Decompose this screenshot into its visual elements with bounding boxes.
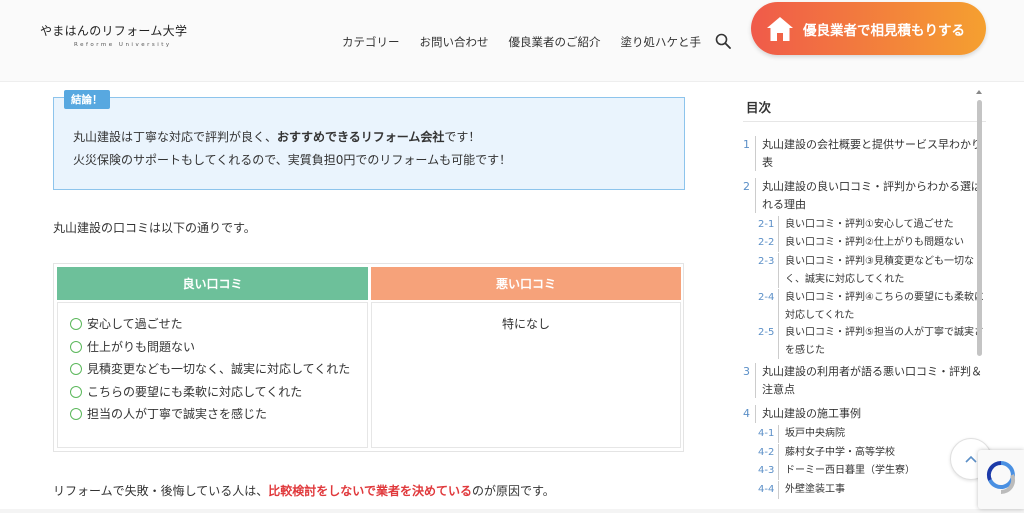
search-icon[interactable] xyxy=(715,33,731,49)
toc-item[interactable]: 3 丸山建設の利用者が語る悪い口コミ・評判＆注意点 xyxy=(743,363,988,398)
toc-link[interactable]: 良い口コミ・評判③見積変更なども一切なく、誠実に対応してくれた xyxy=(778,253,988,288)
circle-icon xyxy=(70,408,82,420)
cta-label: 優良業者で相見積もりする xyxy=(803,22,965,39)
nav-item-contact[interactable]: お問い合わせ xyxy=(420,34,489,50)
toc-link[interactable]: 良い口コミ・評判⑤担当の人が丁寧で誠実さを感じた xyxy=(778,324,988,359)
bad-reviews-cell: 特になし xyxy=(371,302,681,448)
recaptcha-icon xyxy=(986,460,1016,495)
list-item: こちらの要望にも柔軟に対応してくれた xyxy=(70,381,367,404)
failure-reason-highlight: 比較検討をしないで業者を決めている xyxy=(268,484,472,498)
scroll-up-arrow-icon[interactable] xyxy=(976,90,982,94)
good-reviews-cell: 安心して過ごせた 仕上がりも問題ない 見積変更なども一切なく、誠実に対応してくれ… xyxy=(57,302,368,448)
toc-number: 4 xyxy=(743,407,750,420)
toc-number: 2-5 xyxy=(758,327,775,338)
good-review-text: 安心して過ごせた xyxy=(87,317,183,331)
site-header: やまはんのリフォーム大学 Reforme University カテゴリー お問… xyxy=(0,0,1024,82)
toc-divider xyxy=(743,121,986,122)
recaptcha-badge[interactable] xyxy=(978,450,1024,509)
circle-icon xyxy=(70,363,82,375)
toc-link[interactable]: 坂戸中央病院 xyxy=(778,425,988,443)
list-item: 見積変更なども一切なく、誠実に対応してくれた xyxy=(70,358,360,381)
conclusion-line-1-pre: 丸山建設は丁寧な対応で評判が良く、 xyxy=(73,130,278,144)
list-item: 安心して過ごせた xyxy=(70,313,367,336)
circle-icon xyxy=(70,340,82,353)
conclusion-line-1-post: です！ xyxy=(444,130,481,144)
toc-number: 1 xyxy=(743,138,750,151)
logo-title: やまはんのリフォーム大学 xyxy=(40,24,188,38)
list-item: 担当の人が丁寧で誠実さを感じた xyxy=(70,403,367,426)
article-body: 結論！ 丸山建設は丁寧な対応で評判が良く、おすすめできるリフォーム会社です！ 火… xyxy=(0,82,715,509)
toc-number: 4-1 xyxy=(758,428,775,439)
reviews-table: 良い口コミ 悪い口コミ 安心して過ごせた 仕上がりも問題ない 見積変更なども一切… xyxy=(53,263,684,452)
toc-number: 2-1 xyxy=(758,219,775,230)
conclusion-line-2: 火災保険のサポートもしてくれるので、実質負担0円でのリフォームも可能です！ xyxy=(73,153,512,167)
conclusion-line-1-bold: おすすめできるリフォーム会社 xyxy=(277,130,445,144)
toc-link[interactable]: 丸山建設の良い口コミ・評判からわかる選ばれる理由 xyxy=(755,178,988,213)
toc-number: 2-4 xyxy=(758,292,775,303)
bad-reviews-header: 悪い口コミ xyxy=(371,267,681,300)
toc-link[interactable]: 丸山建設の施工事例 xyxy=(755,405,988,423)
toc-item[interactable]: 2-3 良い口コミ・評判③見積変更なども一切なく、誠実に対応してくれた xyxy=(758,253,988,288)
toc-item[interactable]: 2-2 良い口コミ・評判②仕上がりも問題ない xyxy=(758,234,988,252)
conclusion-text: 丸山建設は丁寧な対応で評判が良く、おすすめできるリフォーム会社です！ 火災保険の… xyxy=(73,126,511,172)
good-review-text: 仕上がりも問題ない xyxy=(87,339,196,354)
toc-scrollbar-thumb[interactable] xyxy=(977,100,982,356)
conclusion-line-1: 丸山建設は丁寧な対応で評判が良く、おすすめできるリフォーム会社です！ xyxy=(73,126,511,149)
toc-link[interactable]: 良い口コミ・評判④こちらの要望にも柔軟に対応してくれた xyxy=(778,289,988,324)
toc-number: 2 xyxy=(743,180,750,193)
toc-link[interactable]: 丸山建設の会社概要と提供サービス早わかり表 xyxy=(755,136,988,171)
toc-link[interactable]: 良い口コミ・評判②仕上がりも問題ない xyxy=(778,234,988,252)
toc-link[interactable]: 外壁塗装工事 xyxy=(778,481,988,499)
main-nav: カテゴリー お問い合わせ 優良業者のご紹介 塗り処ハケと手 xyxy=(342,34,701,50)
good-reviews-list: 安心して過ごせた 仕上がりも問題ない 見積変更なども一切なく、誠実に対応してくれ… xyxy=(70,313,367,426)
good-reviews-header: 良い口コミ xyxy=(57,267,368,300)
toc-link[interactable]: 良い口コミ・評判①安心して過ごせた xyxy=(778,216,988,234)
house-icon xyxy=(767,16,793,41)
quote-cta-button[interactable]: 優良業者で相見積もりする xyxy=(751,2,986,55)
circle-icon xyxy=(70,385,82,398)
nav-item-category[interactable]: カテゴリー xyxy=(342,34,400,50)
toc-number: 4-3 xyxy=(758,465,775,476)
good-review-text: 担当の人が丁寧で誠実さを感じた xyxy=(87,407,268,421)
conclusion-box: 結論！ 丸山建設は丁寧な対応で評判が良く、おすすめできるリフォーム会社です！ 火… xyxy=(53,90,685,190)
toc-title: 目次 xyxy=(746,100,772,115)
toc-link[interactable]: 丸山建設の利用者が語る悪い口コミ・評判＆注意点 xyxy=(755,363,988,398)
toc-item[interactable]: 2-1 良い口コミ・評判①安心して過ごせた xyxy=(758,216,988,234)
good-review-text: 見積変更なども一切なく、誠実に対応してくれた xyxy=(87,362,351,376)
toc-item[interactable]: 4 丸山建設の施工事例 xyxy=(743,405,988,423)
nav-item-hake-to-te[interactable]: 塗り処ハケと手 xyxy=(621,34,702,50)
failure-reason-text: リフォームで失敗・後悔している人は、比較検討をしないで業者を決めているのが原因で… xyxy=(53,482,555,499)
toc-number: 3 xyxy=(743,365,750,378)
toc-item[interactable]: 1 丸山建設の会社概要と提供サービス早わかり表 xyxy=(743,136,988,171)
toc-number: 4-4 xyxy=(758,484,775,495)
logo-subtitle: Reforme University xyxy=(74,42,172,48)
toc-number: 2-2 xyxy=(758,237,775,248)
list-item: 仕上がりも問題ない xyxy=(70,336,367,359)
conclusion-tag: 結論！ xyxy=(64,90,110,109)
toc-item[interactable]: 2-5 良い口コミ・評判⑤担当の人が丁寧で誠実さを感じた xyxy=(758,324,988,359)
toc-number: 2-3 xyxy=(758,256,775,267)
toc-item[interactable]: 2-4 良い口コミ・評判④こちらの要望にも柔軟に対応してくれた xyxy=(758,289,988,324)
toc-item[interactable]: 4-4 外壁塗装工事 xyxy=(758,481,988,499)
reviews-intro: 丸山建設の口コミは以下の通りです。 xyxy=(53,221,256,235)
good-review-text: こちらの要望にも柔軟に対応してくれた xyxy=(87,384,303,399)
nav-item-recommended-contractors[interactable]: 優良業者のご紹介 xyxy=(509,34,601,50)
toc-item[interactable]: 4-1 坂戸中央病院 xyxy=(758,425,988,443)
chevron-up-icon xyxy=(965,455,977,463)
circle-icon xyxy=(70,318,82,330)
failure-reason-post: のが原因です。 xyxy=(471,484,555,498)
toc-number: 4-2 xyxy=(758,447,775,458)
failure-reason-pre: リフォームで失敗・後悔している人は、 xyxy=(53,484,269,498)
site-logo[interactable]: やまはんのリフォーム大学 Reforme University xyxy=(40,22,188,60)
toc-item[interactable]: 2 丸山建設の良い口コミ・評判からわかる選ばれる理由 xyxy=(743,178,988,213)
